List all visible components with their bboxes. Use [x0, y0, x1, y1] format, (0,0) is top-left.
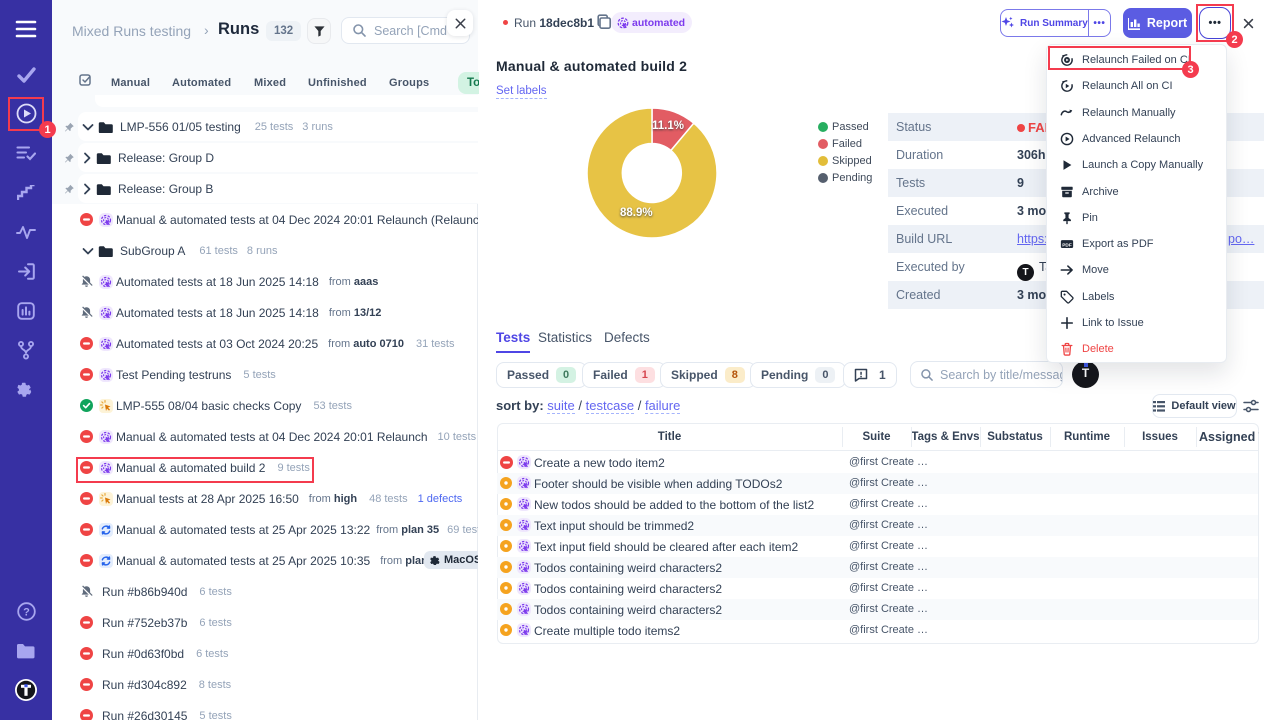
- svg-text:?: ?: [23, 607, 30, 619]
- svg-text:PDF: PDF: [1062, 242, 1072, 248]
